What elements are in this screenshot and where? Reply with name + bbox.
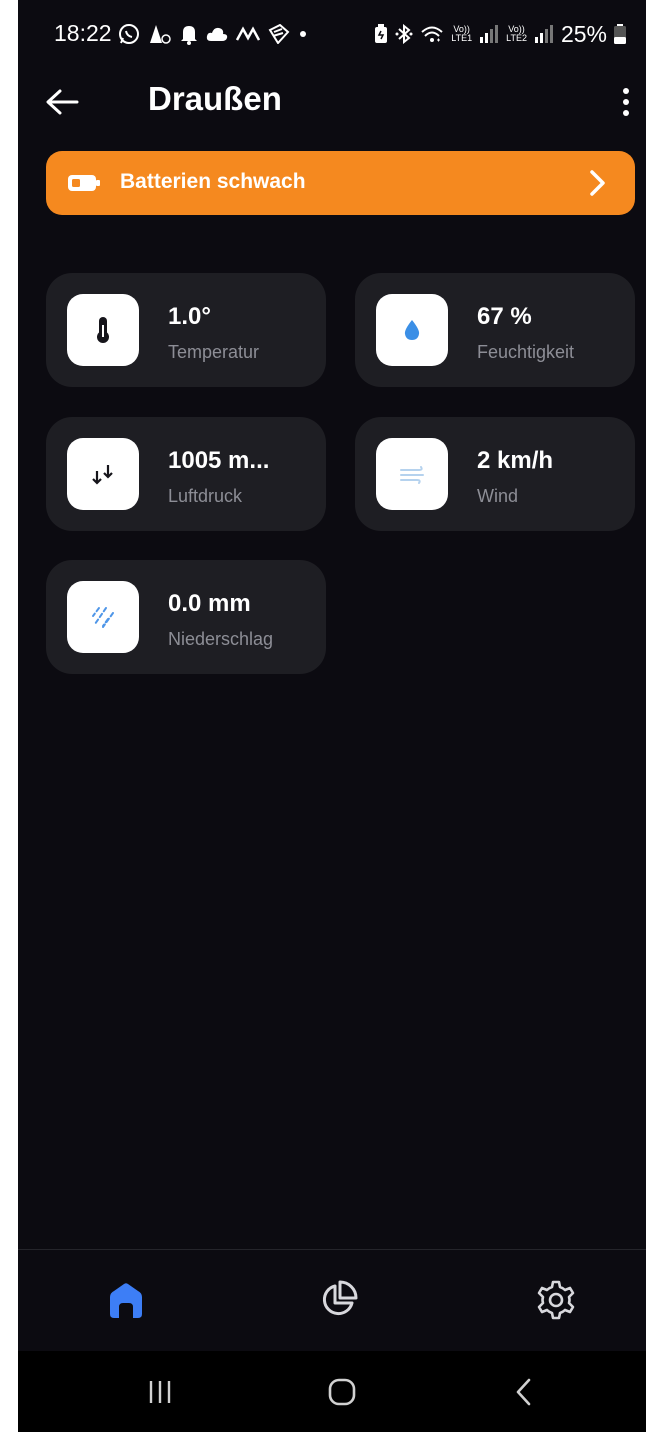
thermometer-icon — [97, 317, 109, 343]
nav-statistics[interactable] — [316, 1278, 360, 1322]
tile-value: 2 km/h — [477, 447, 554, 474]
chevron-right-icon — [590, 170, 605, 196]
tile-icon-box — [67, 294, 139, 366]
gear-icon — [537, 1280, 575, 1320]
tile-value: 67 % — [477, 303, 532, 330]
dot-icon — [300, 31, 306, 37]
recent-apps-button[interactable] — [140, 1373, 180, 1411]
wind-icon — [400, 466, 424, 484]
app-icon — [268, 24, 290, 44]
system-status-icons: Vo)) LTE1 Vo)) LTE2 25% — [374, 20, 626, 48]
whatsapp-icon — [119, 24, 139, 44]
phone-screen: 18:22 Vo)) LTE1 Vo)) LTE2 25% Draußen Ba… — [18, 0, 646, 1432]
battery-low-icon — [68, 175, 100, 191]
tile-icon-box — [67, 438, 139, 510]
tile-label: Feuchtigkeit — [477, 342, 575, 362]
tile-label: Temperatur — [168, 342, 260, 362]
back-system-button[interactable] — [504, 1373, 544, 1411]
pie-chart-icon — [322, 1280, 358, 1316]
tile-value: 1.0° — [168, 303, 211, 330]
tile-icon-box — [67, 581, 139, 653]
battery-percent: 25% — [560, 20, 607, 47]
tile-icon-box — [376, 438, 448, 510]
status-bar: 18:22 Vo)) LTE1 Vo)) LTE2 25% — [18, 0, 646, 68]
precipitation-tile[interactable]: 0.0 mm Niederschlag — [46, 560, 326, 674]
banner-label: Batterien schwach — [120, 170, 306, 193]
signal-icon-2 — [534, 25, 553, 43]
notification-bell-icon — [181, 26, 197, 45]
volte-lte2: Vo)) LTE2 — [506, 24, 527, 43]
temperature-tile[interactable]: 1.0° Temperatur — [46, 273, 326, 387]
cloud-icon — [206, 27, 228, 41]
tile-label: Niederschlag — [168, 629, 274, 649]
tile-value: 1005 m... — [168, 447, 270, 474]
app-header: Draußen — [18, 70, 646, 134]
pressure-arrows-icon — [92, 465, 113, 485]
back-button[interactable] — [42, 84, 82, 120]
volte-lte1: Vo)) LTE1 — [451, 24, 473, 43]
tile-label: Wind — [477, 486, 519, 506]
back-chevron-icon — [516, 1378, 531, 1406]
arrow-left-icon — [46, 89, 79, 115]
rain-icon — [92, 607, 114, 628]
recent-apps-icon — [149, 1381, 171, 1403]
more-options-button[interactable] — [614, 82, 638, 122]
bottom-navigation — [18, 1249, 646, 1351]
battery-icon — [614, 24, 626, 44]
nav-home[interactable] — [104, 1278, 148, 1322]
home-system-button[interactable] — [322, 1373, 362, 1411]
pressure-tile[interactable]: 1005 m... Luftdruck — [46, 417, 326, 531]
signal-icon — [480, 25, 499, 43]
water-drop-icon — [404, 320, 420, 340]
notification-icons — [118, 20, 308, 48]
nav-settings[interactable] — [534, 1278, 578, 1322]
low-battery-banner[interactable]: Batterien schwach — [46, 151, 635, 215]
home-icon — [110, 1283, 142, 1318]
tile-icon-box — [376, 294, 448, 366]
battery-saver-icon — [375, 24, 388, 43]
wave-icon — [236, 26, 260, 41]
more-vertical-icon — [623, 88, 629, 94]
page-title: Draußen — [148, 80, 282, 117]
wind-tile[interactable]: 2 km/h Wind — [355, 417, 635, 531]
bluetooth-icon — [395, 24, 413, 44]
tile-label: Luftdruck — [168, 486, 243, 506]
system-navigation-bar — [18, 1351, 646, 1432]
silent-icon — [150, 25, 171, 44]
humidity-tile[interactable]: 67 % Feuchtigkeit — [355, 273, 635, 387]
wifi-icon — [421, 26, 443, 42]
tile-value: 0.0 mm — [168, 590, 251, 617]
home-circle-icon — [328, 1378, 356, 1406]
status-time: 18:22 — [54, 20, 112, 46]
